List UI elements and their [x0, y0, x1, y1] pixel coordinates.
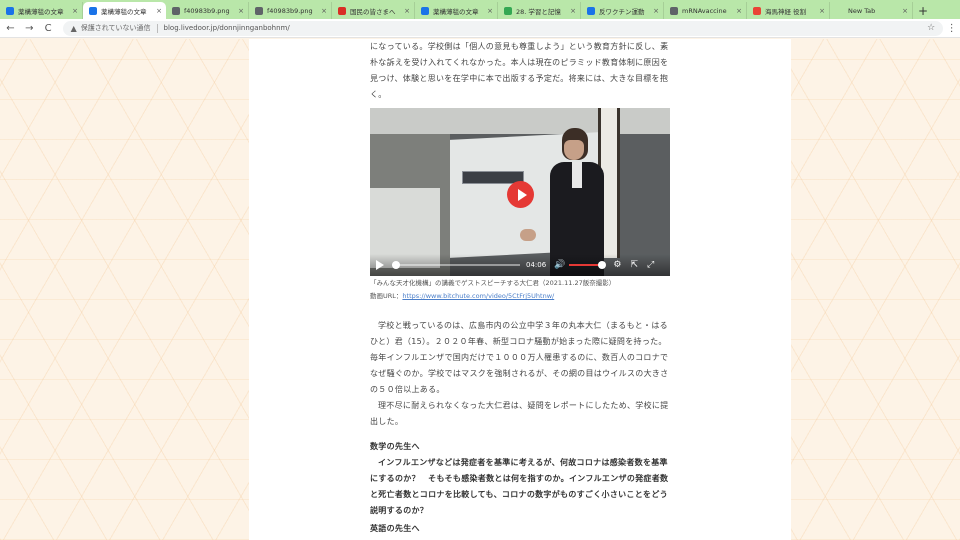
play-icon — [517, 188, 527, 201]
video-player[interactable]: 04:06 🔊 ⚙ ⇱ ⤢ — [370, 108, 670, 276]
browser-menu-button[interactable]: ⋮ — [943, 20, 960, 37]
tab-title: 海馬神経 役割 — [765, 7, 807, 16]
video-duration: 04:06 — [526, 261, 547, 269]
browser-tab[interactable]: f40983b9.png × — [166, 2, 249, 19]
tab-close-icon[interactable]: × — [736, 7, 742, 15]
tab-favicon-icon — [836, 6, 844, 15]
volume-icon[interactable]: 🔊 — [554, 260, 565, 270]
browser-tab[interactable]: 薬構薄毯の文章 × — [0, 2, 83, 19]
video-controls: 04:06 🔊 ⚙ ⇱ ⤢ — [370, 254, 670, 276]
tab-close-icon[interactable]: × — [902, 7, 908, 15]
tab-title: 薬構薄毯の文章 — [18, 7, 64, 16]
tab-favicon-icon — [504, 6, 512, 15]
browser-tab[interactable]: New Tab × — [830, 2, 913, 19]
tab-favicon-icon — [753, 6, 761, 15]
bookmark-star-icon[interactable]: ☆ — [927, 23, 935, 33]
tab-title: 28. 学習と記憶 — [516, 7, 561, 16]
tab-close-icon[interactable]: × — [404, 7, 410, 15]
tab-title: 薬構薄毯の文章 — [101, 7, 147, 16]
video-frame-hand — [520, 229, 536, 241]
back-button[interactable]: ← — [2, 20, 19, 37]
address-bar[interactable]: ▲ 保護されていない通信 blog.livedoor.jp/donnjinnga… — [62, 20, 944, 36]
tab-strip: 薬構薄毯の文章 × 薬構薄毯の文章 × f40983b9.png × f40983b9.pn… — [0, 0, 960, 19]
tab-close-icon[interactable]: × — [570, 7, 576, 15]
tab-favicon-icon — [6, 6, 14, 15]
tab-title: 薬構薄毯の文章 — [433, 7, 479, 16]
seek-bar[interactable] — [392, 261, 520, 269]
video-caption: 「みんな天才化機構」の講義でゲストスピーチする大仁君（2021.11.27飯奈撮… — [370, 277, 700, 303]
tab-close-icon[interactable]: × — [238, 7, 244, 15]
volume-knob[interactable] — [598, 261, 607, 269]
tab-title: 反ワクチン運動 — [599, 7, 645, 16]
browser-tab[interactable]: 薬構薄毯の文章 × — [415, 2, 498, 19]
tab-close-icon[interactable]: × — [72, 7, 78, 15]
tab-title: f40983b9.png — [267, 6, 313, 15]
browser-tab[interactable]: 反ワクチン運動 × — [581, 2, 664, 19]
tab-favicon-icon — [670, 6, 678, 15]
external-link-icon[interactable]: ⇱ — [630, 260, 638, 270]
play-icon[interactable] — [376, 260, 384, 270]
tab-favicon-icon — [172, 6, 180, 15]
section-heading: 英語の先生へ — [370, 524, 420, 533]
tab-favicon-icon — [255, 6, 263, 15]
reload-button[interactable]: C — [40, 20, 57, 37]
browser-tab[interactable]: 国民の皆さまへ × — [332, 2, 415, 19]
article-paragraph: 理不尽に耐えられなくなった大仁君は、疑問をレポートにしたため、学校に提出した。 — [370, 401, 669, 426]
browser-tab[interactable]: 海馬神経 役割 × — [747, 2, 830, 19]
question-paragraph: インフルエンザなどは発症者を基準に考えるが、何故コロナは感染者数を基準にするのか… — [370, 458, 669, 515]
section-heading: 数学の先生へ — [370, 442, 420, 451]
tab-title: New Tab — [848, 6, 876, 15]
gear-icon[interactable]: ⚙ — [613, 260, 621, 270]
tab-close-icon[interactable]: × — [487, 7, 493, 15]
tab-close-icon[interactable]: × — [653, 7, 659, 15]
tab-close-icon[interactable]: × — [819, 7, 825, 15]
page-background: になっている。学校側は「個人の意見も尊重しよう」という教育方針に反し、素朴な訴え… — [0, 39, 960, 540]
article-paragraph: 学校と戦っているのは、広島市内の公立中学３年の丸本大仁（まるもと・はるひと）君（… — [370, 321, 669, 394]
tab-close-icon[interactable]: × — [321, 7, 327, 15]
article-intro: になっている。学校側は「個人の意見も尊重しよう」という教育方針に反し、素朴な訴え… — [370, 42, 669, 99]
warning-icon[interactable]: ▲ — [71, 24, 77, 33]
tab-favicon-icon — [89, 6, 97, 15]
seek-knob[interactable] — [392, 261, 400, 269]
caption-text: 「みんな天才化機構」の講義でゲストスピーチする大仁君（2021.11.27飯奈撮… — [370, 279, 616, 287]
tab-title: f40983b9.png — [184, 6, 230, 15]
video-url-link[interactable]: https://www.bitchute.com/video/5CtFrj5Uh… — [402, 292, 554, 300]
security-label[interactable]: 保護されていない通信 — [81, 23, 151, 33]
browser-tab[interactable]: mRNAvaccine × — [664, 2, 747, 19]
new-tab-button[interactable]: + — [913, 2, 933, 19]
video-url-label: 動画URL： — [370, 292, 403, 300]
url-text[interactable]: blog.livedoor.jp/donnjinnganbohnm/ — [164, 24, 928, 32]
tab-title: 国民の皆さまへ — [350, 7, 396, 16]
tab-title: mRNAvaccine — [682, 6, 727, 15]
video-frame-ceiling — [370, 108, 670, 134]
volume-slider[interactable] — [569, 261, 607, 269]
tab-favicon-icon — [338, 6, 346, 15]
tab-close-icon[interactable]: × — [156, 7, 162, 15]
big-play-button[interactable] — [507, 181, 534, 208]
browser-tab[interactable]: 薬構薄毯の文章 × — [83, 2, 166, 19]
article-column: になっている。学校側は「個人の意見も尊重しよう」という教育方針に反し、素朴な訴え… — [249, 39, 791, 540]
tab-favicon-icon — [587, 6, 595, 15]
browser-tab[interactable]: f40983b9.png × — [249, 2, 332, 19]
divider — [156, 23, 158, 33]
fullscreen-icon[interactable]: ⤢ — [647, 260, 654, 270]
browser-tab[interactable]: 28. 学習と記憶 × — [498, 2, 581, 19]
forward-button[interactable]: → — [21, 20, 38, 37]
browser-toolbar: ← → C ▲ 保護されていない通信 blog.livedoor.jp/donn… — [0, 19, 960, 38]
tab-favicon-icon — [421, 6, 429, 15]
